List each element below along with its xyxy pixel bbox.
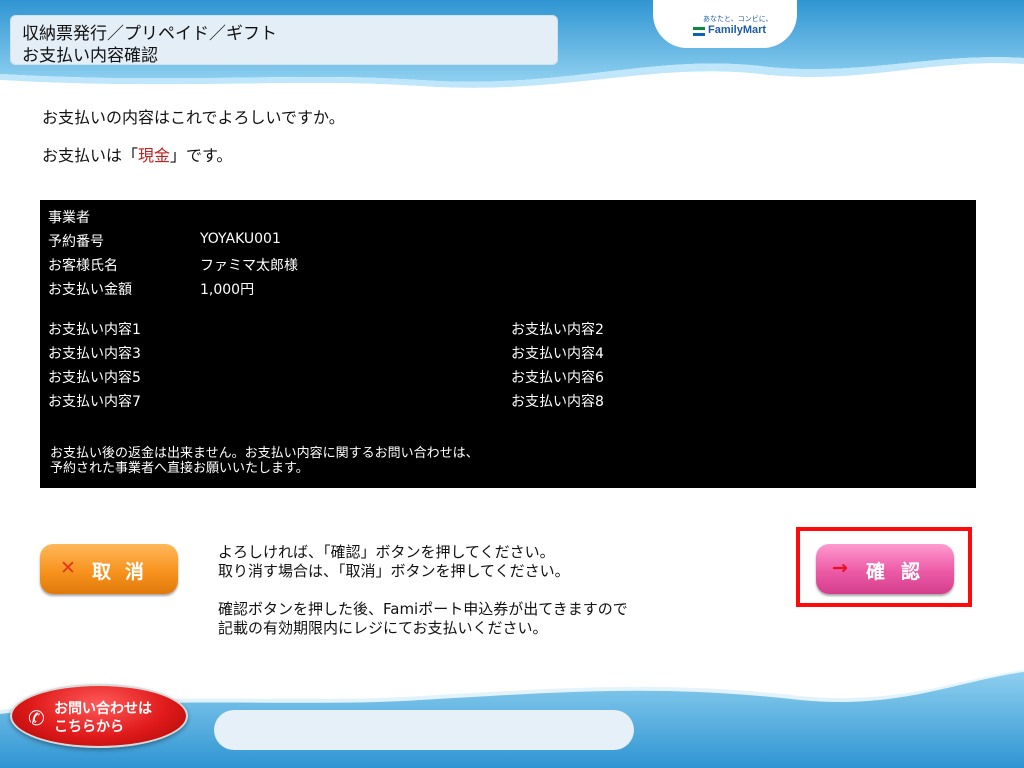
payment-content-4: お支払い内容4	[511, 346, 604, 362]
reservation-number-value: YOYAKU001	[200, 231, 281, 247]
instruction-ticket: 確認ボタンを押した後、Famiポート申込券が出てきますので	[218, 600, 628, 618]
cancel-button[interactable]: ✕ 取消	[40, 544, 178, 594]
footer-info-bar	[214, 710, 634, 750]
instructions-block-1: よろしければ、「確認」ボタンを押してください。 取り消す場合は、「取消」ボタンを…	[218, 543, 570, 581]
payment-amount-value: 1,000円	[200, 282, 255, 298]
payment-method-suffix: 」です。	[170, 146, 233, 165]
payment-amount-label: お支払い金額	[48, 282, 132, 298]
logo-tagline: あなたと、コンビに、	[703, 15, 773, 23]
payment-content-7: お支払い内容7	[48, 394, 141, 410]
refund-notice-line1: お支払い後の返金は出来ません。お支払い内容に関するお問い合わせは、	[50, 446, 479, 461]
inquiry-label-line1: お問い合わせは	[54, 701, 152, 717]
instructions-block-2: 確認ボタンを押した後、Famiポート申込券が出てきますので 記載の有効期限内にレ…	[218, 600, 628, 638]
logo-text: FamilyMart	[708, 24, 767, 36]
screen-title-box: 収納票発行／プリペイド／ギフト お支払い内容確認	[10, 15, 558, 66]
business-label: 事業者	[48, 210, 90, 226]
payment-method-text: お支払いは「現金」です。	[42, 142, 232, 166]
payment-method-prefix: お支払いは「	[42, 146, 139, 165]
right-arrow-icon: →	[832, 557, 848, 579]
refund-notice: お支払い後の返金は出来ません。お支払い内容に関するお問い合わせは、 予約された事…	[50, 446, 479, 476]
confirm-button[interactable]: → 確認	[816, 544, 954, 594]
phone-icon: ✆	[28, 706, 45, 730]
familymart-logo: あなたと、コンビに、 FamilyMart	[653, 0, 797, 48]
refund-notice-line2: 予約された事業者へ直接お願いいたします。	[50, 461, 309, 476]
reservation-number-label: 予約番号	[48, 234, 104, 250]
familymart-stripe-icon	[693, 27, 705, 36]
payment-content-2: お支払い内容2	[511, 322, 604, 338]
instruction-expiry: 記載の有効期限内にレジにてお支払いください。	[218, 619, 548, 637]
payment-method-value: 現金	[138, 146, 171, 165]
confirmation-question: お支払いの内容はこれでよろしいですか。	[42, 108, 345, 127]
inquiry-label-line2: こちらから	[54, 719, 124, 735]
payment-content-8: お支払い内容8	[511, 394, 604, 410]
confirm-button-label: 確認	[866, 561, 937, 583]
customer-name-label: お客様氏名	[48, 258, 118, 274]
instruction-confirm: よろしければ、「確認」ボタンを押してください。	[218, 543, 555, 561]
page-title: お支払い内容確認	[22, 46, 158, 66]
x-icon: ✕	[60, 557, 76, 579]
payment-details-panel: 事業者 予約番号 YOYAKU001 お客様氏名 ファミマ太郎様 お支払い金額 …	[40, 200, 976, 488]
cancel-button-label: 取消	[92, 561, 159, 583]
payment-content-6: お支払い内容6	[511, 370, 604, 386]
inquiry-button[interactable]: ✆ お問い合わせは こちらから	[10, 684, 188, 748]
customer-name-value: ファミマ太郎様	[200, 258, 298, 274]
payment-content-3: お支払い内容3	[48, 346, 141, 362]
payment-content-1: お支払い内容1	[48, 322, 141, 338]
payment-content-5: お支払い内容5	[48, 370, 141, 386]
instruction-cancel: 取り消す場合は、「取消」ボタンを押してください。	[218, 562, 570, 580]
